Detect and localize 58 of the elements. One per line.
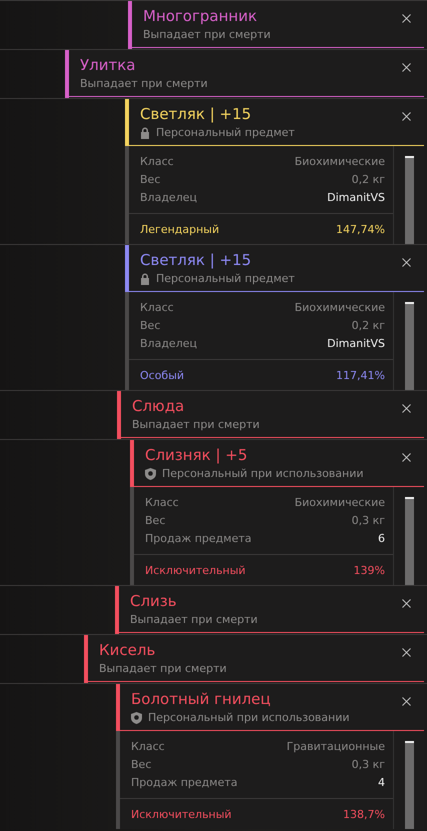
item-title: Болотный гнилец — [131, 689, 272, 709]
item-title: Многогранник — [143, 6, 258, 26]
item-subtitle: Персональный предмет — [156, 271, 295, 287]
scrollbar-thumb[interactable] — [404, 156, 414, 244]
stat-value: 0,2 кг — [352, 318, 385, 332]
stat-label: Класс — [131, 740, 165, 752]
rarity-label: Исключительный — [131, 808, 232, 820]
rarity-label: Легендарный — [140, 222, 220, 236]
scrollbar-thumb[interactable] — [404, 497, 414, 585]
item-title: Светляк | +15 — [140, 250, 252, 270]
stat-label: Класс — [140, 300, 174, 314]
item-subtitle: Выпадает при смерти — [132, 417, 260, 433]
stat-label: Класс — [145, 496, 179, 508]
stat-label: Вес — [131, 758, 152, 770]
item-subtitle: Персональный при использовании — [162, 466, 364, 482]
stat-label: Продаж предмета — [145, 532, 252, 544]
stat-value: 6 — [378, 532, 385, 544]
stat-value: Биохимические — [294, 300, 385, 314]
stat-value: DimanitVS — [327, 336, 385, 350]
item-subtitle: Выпадает при смерти — [130, 612, 258, 628]
stat-label: Продаж предмета — [131, 776, 238, 788]
rarity-label: Исключительный — [145, 564, 246, 576]
scrollbar-thumb[interactable] — [404, 302, 414, 390]
stat-value: Биохимические — [294, 496, 385, 508]
rarity-label: Особый — [140, 368, 184, 382]
scrollbar-thumb[interactable] — [404, 741, 414, 829]
item-title: Кисель — [99, 640, 156, 660]
stat-value: 0,3 кг — [352, 514, 385, 526]
stat-label: Владелец — [140, 190, 197, 204]
stat-value: 0,2 кг — [352, 172, 385, 186]
stat-value: Биохимические — [294, 154, 385, 168]
quality-value: 138,7% — [343, 808, 385, 820]
item-subtitle: Персональный предмет — [156, 125, 295, 141]
shield-icon — [131, 712, 142, 724]
quality-value: 139% — [354, 564, 385, 576]
item-title: Слизняк | +5 — [145, 445, 248, 465]
item-subtitle: Выпадает при смерти — [99, 661, 227, 677]
stat-label: Вес — [140, 318, 160, 332]
shield-icon — [145, 468, 156, 480]
item-title: Слизь — [130, 591, 178, 611]
item-subtitle: Выпадает при смерти — [80, 76, 208, 92]
stat-value: DimanitVS — [327, 190, 385, 204]
lock-icon — [140, 127, 150, 139]
stat-label: Вес — [140, 172, 160, 186]
item-title: Улитка — [80, 55, 136, 75]
stat-label: Класс — [140, 154, 174, 168]
stat-label: Вес — [145, 514, 166, 526]
stat-value: Гравитационные — [286, 740, 385, 752]
item-title: Светляк | +15 — [140, 104, 252, 124]
item-subtitle: Выпадает при смерти — [143, 27, 271, 43]
quality-value: 117,41% — [336, 368, 385, 382]
item-title: Слюда — [132, 396, 186, 416]
lock-icon — [140, 273, 150, 285]
stat-label: Владелец — [140, 336, 197, 350]
item-subtitle: Персональный при использовании — [148, 710, 350, 726]
quality-value: 147,74% — [336, 222, 385, 236]
stat-value: 4 — [378, 776, 385, 788]
stat-value: 0,3 кг — [352, 758, 385, 770]
